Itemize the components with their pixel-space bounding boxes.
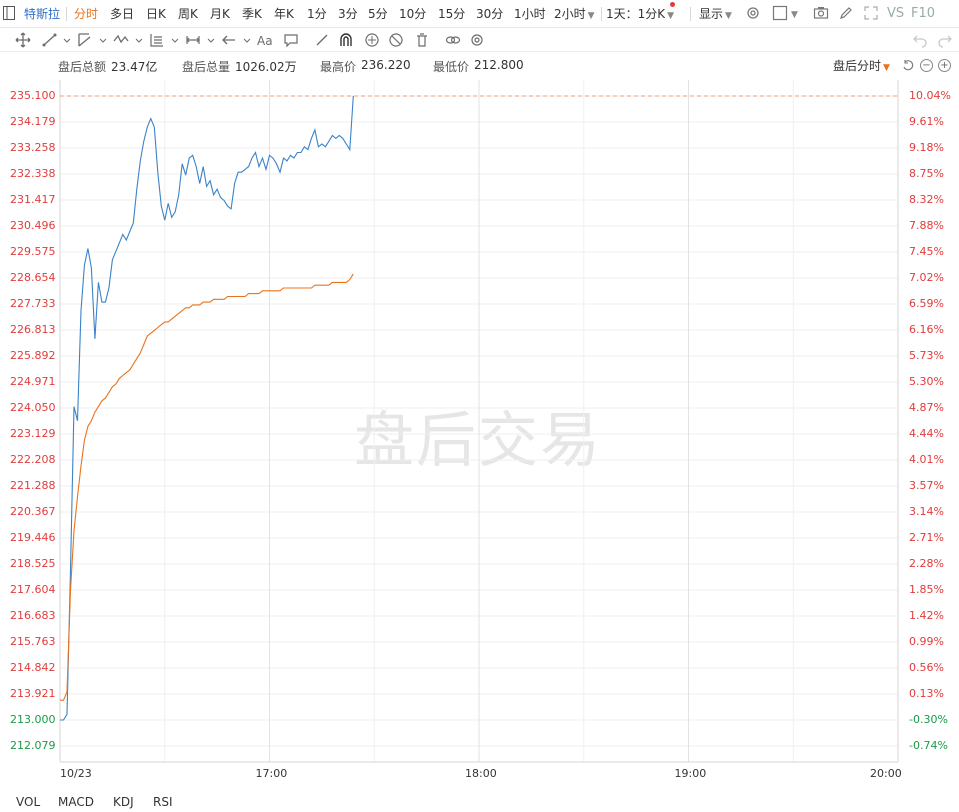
y-tick-left: 213.921 bbox=[10, 687, 56, 700]
chart-grid bbox=[60, 80, 898, 762]
y-tick-left: 231.417 bbox=[10, 193, 56, 206]
y-tick-left: 219.446 bbox=[10, 531, 56, 544]
y-tick-left: 224.050 bbox=[10, 401, 56, 414]
tab-indicator-macd[interactable]: MACD bbox=[58, 795, 94, 809]
y-tick-right: 2.28% bbox=[909, 557, 944, 570]
x-tick: 10/23 bbox=[60, 767, 92, 780]
y-tick-left: 234.179 bbox=[10, 115, 56, 128]
x-tick: 20:00 bbox=[870, 767, 902, 780]
y-tick-right: 2.71% bbox=[909, 531, 944, 544]
y-tick-right: 7.45% bbox=[909, 245, 944, 258]
y-tick-left: 235.100 bbox=[10, 89, 56, 103]
y-tick-right: 8.75% bbox=[909, 167, 944, 180]
y-tick-left: 220.367 bbox=[10, 505, 56, 518]
y-tick-right: 4.01% bbox=[909, 453, 944, 466]
x-tick: 19:00 bbox=[674, 767, 707, 780]
y-tick-right: 7.02% bbox=[909, 271, 944, 284]
y-tick-left: 226.813 bbox=[10, 323, 56, 336]
y-tick-left: 218.525 bbox=[10, 557, 56, 570]
y-tick-right: 6.59% bbox=[909, 297, 944, 310]
intraday-chart[interactable] bbox=[0, 0, 959, 812]
indicator-tabs: VOL MACD KDJ RSI bbox=[0, 792, 959, 812]
y-tick-left: 217.604 bbox=[10, 583, 56, 596]
y-tick-right: 3.57% bbox=[909, 479, 944, 492]
y-tick-left: 215.763 bbox=[10, 635, 56, 648]
y-tick-left: 232.338 bbox=[10, 167, 56, 180]
y-tick-left: 216.683 bbox=[10, 609, 56, 622]
tab-indicator-rsi[interactable]: RSI bbox=[153, 795, 173, 809]
y-tick-right: 1.85% bbox=[909, 583, 944, 596]
y-tick-right: 1.42% bbox=[909, 609, 944, 622]
y-tick-right: 0.13% bbox=[909, 687, 944, 700]
tab-indicator-kdj[interactable]: KDJ bbox=[113, 795, 134, 809]
y-tick-left: 222.208 bbox=[10, 453, 56, 466]
x-tick: 18:00 bbox=[465, 767, 497, 780]
y-tick-left: 228.654 bbox=[10, 271, 56, 284]
y-tick-right: 0.99% bbox=[909, 635, 944, 648]
y-tick-right: -0.30% bbox=[909, 713, 948, 726]
y-tick-left: 230.496 bbox=[10, 219, 56, 232]
y-tick-right: 10.04% bbox=[909, 89, 951, 102]
y-tick-right: 6.16% bbox=[909, 323, 944, 336]
y-tick-left: 233.258 bbox=[10, 141, 56, 154]
tab-indicator-vol[interactable]: VOL bbox=[16, 795, 40, 809]
average-series-line bbox=[60, 273, 354, 701]
y-tick-right: 3.14% bbox=[909, 505, 944, 518]
x-tick: 17:00 bbox=[255, 767, 288, 780]
y-tick-right: 4.44% bbox=[909, 427, 944, 440]
y-tick-left: 221.288 bbox=[10, 479, 56, 492]
y-tick-left: 225.892 bbox=[10, 349, 56, 362]
y-tick-left: 223.129 bbox=[10, 427, 56, 440]
y-tick-left: 229.575 bbox=[10, 245, 56, 258]
y-tick-left: 227.733 bbox=[10, 297, 56, 310]
y-tick-right: 4.87% bbox=[909, 401, 944, 414]
y-tick-left: 213.000 bbox=[10, 713, 56, 726]
y-tick-left: 224.971 bbox=[10, 375, 56, 388]
y-tick-right: -0.74% bbox=[909, 739, 948, 752]
y-tick-right: 9.61% bbox=[909, 115, 944, 128]
y-tick-left: 212.079 bbox=[10, 739, 56, 752]
y-tick-right: 9.18% bbox=[909, 141, 944, 154]
y-tick-right: 0.56% bbox=[909, 661, 944, 674]
y-tick-right: 5.73% bbox=[909, 349, 944, 362]
y-tick-right: 8.32% bbox=[909, 193, 944, 206]
y-tick-right: 7.88% bbox=[909, 219, 944, 232]
y-tick-left: 214.842 bbox=[10, 661, 56, 674]
y-tick-right: 5.30% bbox=[909, 375, 944, 388]
